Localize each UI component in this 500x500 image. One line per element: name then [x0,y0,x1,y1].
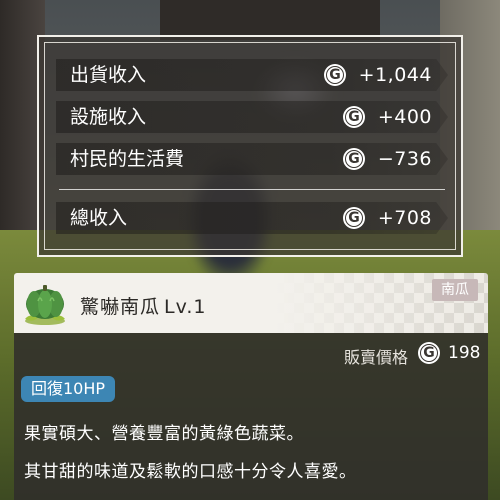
gold-coin-icon: G [343,106,365,128]
gold-coin-icon: G [324,64,346,86]
item-level: Lv.1 [164,296,207,318]
income-amount: +400 [377,106,432,128]
income-row-total: 總收入 G +708 [56,202,448,234]
income-row-villager-living-cost: 村民的生活費 G −736 [56,143,448,175]
gold-coin-icon: G [343,207,365,229]
item-category-tag: 南瓜 [432,279,478,301]
income-row-shipping: 出貨收入 G +1,044 [56,59,448,91]
income-amount: −736 [377,148,432,170]
sell-price-label: 販賣價格 [344,348,409,367]
income-label: 出貨收入 [70,64,147,86]
item-name-text: 驚嚇南瓜 [80,296,161,318]
item-card-body: 販賣價格 G 198 回復10HP 果實碩大、營養豐富的黃綠色蔬菜。 其甘甜的味… [14,333,488,500]
item-description-line: 果實碩大、營養豐富的黃綠色蔬菜。 [24,424,304,444]
income-divider [59,189,445,190]
green-pumpkin-icon [25,285,65,325]
item-effect-tag: 回復10HP [21,376,116,402]
sell-price-value: 198 [448,343,481,363]
total-income-label: 總收入 [70,207,128,229]
item-name: 驚嚇南瓜 Lv.1 [80,292,207,319]
total-income-amount: +708 [377,207,432,229]
gold-coin-icon: G [418,342,440,364]
income-amount: +1,044 [358,64,432,86]
income-row-facility: 設施收入 G +400 [56,101,448,133]
item-card-header: 驚嚇南瓜 Lv.1 南瓜 [14,273,488,333]
item-description-line: 其甘甜的味道及鬆軟的口感十分令人喜愛。 [24,462,357,482]
item-info-card: 驚嚇南瓜 Lv.1 南瓜 販賣價格 G 198 回復10HP 果實碩大、營養豐富的… [14,273,488,500]
gold-coin-icon: G [343,148,365,170]
income-label: 設施收入 [70,106,147,128]
income-summary-panel: 出貨收入 G +1,044 設施收入 G +400 村民的生活費 G −736 … [37,35,463,257]
background-roof [160,0,380,40]
income-label: 村民的生活費 [70,148,185,170]
